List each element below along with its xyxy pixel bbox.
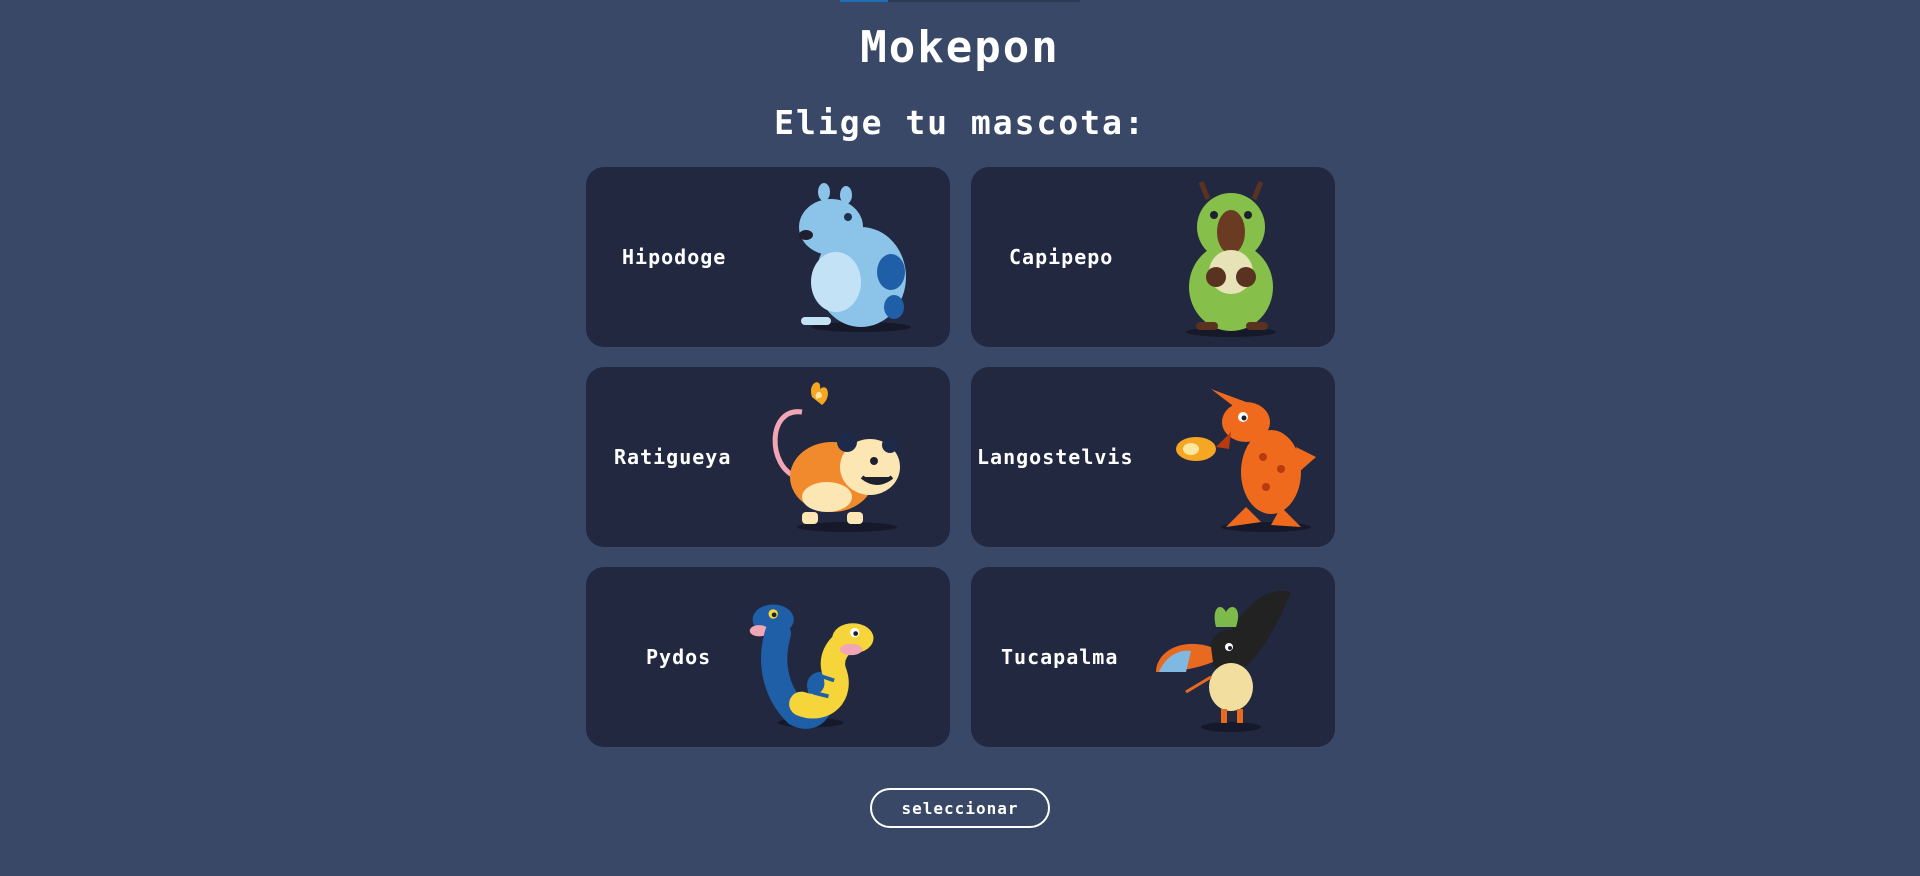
pet-name-capipepo: Capipepo: [1009, 245, 1114, 269]
ratigueya-icon: [772, 382, 900, 532]
pet-card-tucapalma[interactable]: Tucapalma: [971, 567, 1335, 747]
hipodoge-icon: [799, 183, 911, 332]
tucapalma-icon: [1156, 590, 1291, 732]
choose-pet-heading: Elige tu mascota:: [774, 103, 1146, 142]
pet-card-langostelvis[interactable]: Langostelvis: [971, 367, 1335, 547]
pet-name-hipodoge: Hipodoge: [622, 245, 727, 269]
top-progress-tab: [840, 0, 1080, 2]
pet-name-pydos: Pydos: [646, 645, 712, 669]
pet-grid: Hipodoge Capipepo Ratigueya Langostelvis…: [586, 167, 1335, 747]
select-pet-button[interactable]: seleccionar: [870, 788, 1050, 828]
game-title: Mokepon: [860, 22, 1060, 73]
pet-card-hipodoge[interactable]: Hipodoge: [586, 167, 950, 347]
pet-card-capipepo[interactable]: Capipepo: [971, 167, 1335, 347]
pet-card-pydos[interactable]: Pydos: [586, 567, 950, 747]
pet-name-langostelvis: Langostelvis: [977, 445, 1134, 469]
pet-name-tucapalma: Tucapalma: [1001, 645, 1119, 669]
pydos-icon: [749, 604, 874, 729]
top-progress-accent: [840, 0, 888, 2]
pet-name-ratigueya: Ratigueya: [614, 445, 732, 469]
langostelvis-icon: [1176, 389, 1316, 532]
pet-card-ratigueya[interactable]: Ratigueya: [586, 367, 950, 547]
capipepo-icon: [1186, 181, 1276, 337]
